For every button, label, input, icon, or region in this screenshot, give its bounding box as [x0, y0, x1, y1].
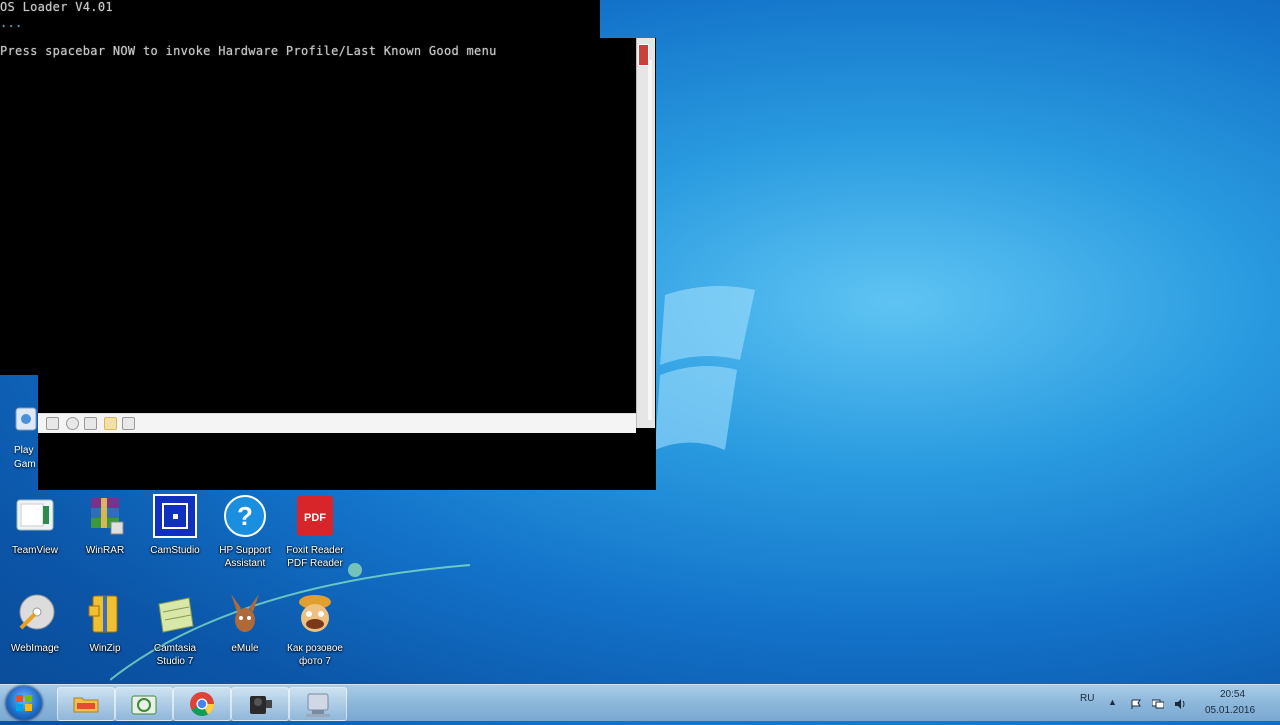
desktop-icon-label: CamStudio [150, 545, 200, 556]
clock-time[interactable]: 20:54 [1220, 689, 1245, 700]
desktop-icon-label: Как розовое фото 7 [287, 643, 343, 667]
taskbar-camcorder-button[interactable] [231, 687, 289, 721]
desktop-icon-camtasia[interactable]: Camtasia Studio 7 [140, 592, 210, 668]
language-indicator[interactable]: RU [1080, 693, 1094, 704]
taskbar-virtual-machine-button[interactable] [289, 687, 347, 721]
zoom-icon[interactable] [66, 417, 79, 430]
taskbar-chrome-button[interactable] [173, 687, 231, 721]
virtual-machine-icon [306, 693, 330, 717]
desktop-icon-label: eMule [231, 643, 259, 654]
desktop-icon-label: WinRAR [85, 545, 125, 556]
console-prompt-line: Press spacebar NOW to invoke Hardware Pr… [0, 44, 497, 58]
pdf-reader-icon: PDF [293, 494, 337, 538]
teamviewer-icon [13, 494, 57, 538]
desktop-icon-label: HP Support Assistant [219, 545, 271, 569]
download-icon[interactable] [122, 417, 135, 430]
winrar-icon [83, 494, 127, 538]
camtasia-icon [153, 592, 197, 636]
desktop-icon-cartoon[interactable]: Как розовое фото 7 [280, 592, 350, 668]
action-center-flag-icon[interactable] [1130, 699, 1142, 709]
svg-text:PDF: PDF [304, 512, 326, 524]
play-games-label: Play Gam [14, 445, 36, 470]
save-icon[interactable] [84, 417, 97, 430]
desktop-icon-label: Foxit Reader PDF Reader [286, 545, 344, 569]
desktop-icon-hp-support[interactable]: ? HP Support Assistant [210, 494, 280, 570]
desktop-icon-emule[interactable]: eMule [210, 592, 280, 655]
scrollbar-thumb[interactable] [648, 60, 652, 420]
hp-support-assistant-icon: ? [223, 494, 267, 538]
taskbar-hp-recovery-button[interactable] [115, 687, 173, 721]
network-icon[interactable] [1152, 699, 1164, 709]
windows-logo-wallpaper [655, 286, 755, 450]
desktop-icon-label: Camtasia Studio 7 [153, 643, 197, 667]
folder-icon[interactable] [104, 417, 117, 430]
desktop-icon-teamviewer[interactable]: TeamView [0, 494, 70, 557]
taskbar: RU ▲ 20:54 05.01.2016 [0, 684, 1280, 721]
desktop-icon-label: TeamView [12, 545, 58, 556]
desktop-icon-webimage[interactable]: WebImage [0, 592, 70, 655]
desktop-icon-label: WinZip [89, 643, 121, 654]
clock-date[interactable]: 05.01.2016 [1205, 705, 1255, 716]
desktop-icon-label: WebImage [10, 643, 60, 654]
volume-icon[interactable] [1174, 699, 1186, 709]
hp-recovery-icon [131, 695, 157, 715]
taskbar-explorer-button[interactable] [57, 687, 115, 721]
console-dots-line: ... [0, 16, 23, 30]
winzip-icon [83, 592, 127, 636]
desktop-icon-pdf-reader[interactable]: PDF Foxit Reader PDF Reader [280, 494, 350, 570]
show-hidden-icons-icon[interactable]: ▲ [1108, 697, 1117, 707]
folder-icon [73, 697, 99, 713]
chrome-icon [190, 692, 214, 717]
desktop-icon-winzip[interactable]: WinZip [70, 592, 140, 655]
disc-image-icon [13, 592, 57, 636]
play-games-icon[interactable] [14, 400, 38, 432]
console-scrollbar[interactable] [636, 38, 655, 428]
console-title-line: OS Loader V4.01 [0, 0, 113, 14]
cartoon-face-icon [293, 592, 337, 636]
back-icon[interactable] [46, 417, 59, 430]
camstudio-icon [153, 494, 197, 538]
windows-start-icon [16, 695, 32, 711]
camcorder-icon [250, 696, 272, 714]
emule-icon [223, 592, 267, 636]
desktop-icon-camstudio[interactable]: CamStudio [140, 494, 210, 557]
desktop-icon-winrar[interactable]: WinRAR [70, 494, 140, 557]
svg-text:?: ? [237, 501, 253, 531]
console-window-left-strip [0, 38, 38, 375]
start-button[interactable] [6, 686, 42, 720]
console-toolbar [38, 413, 636, 433]
